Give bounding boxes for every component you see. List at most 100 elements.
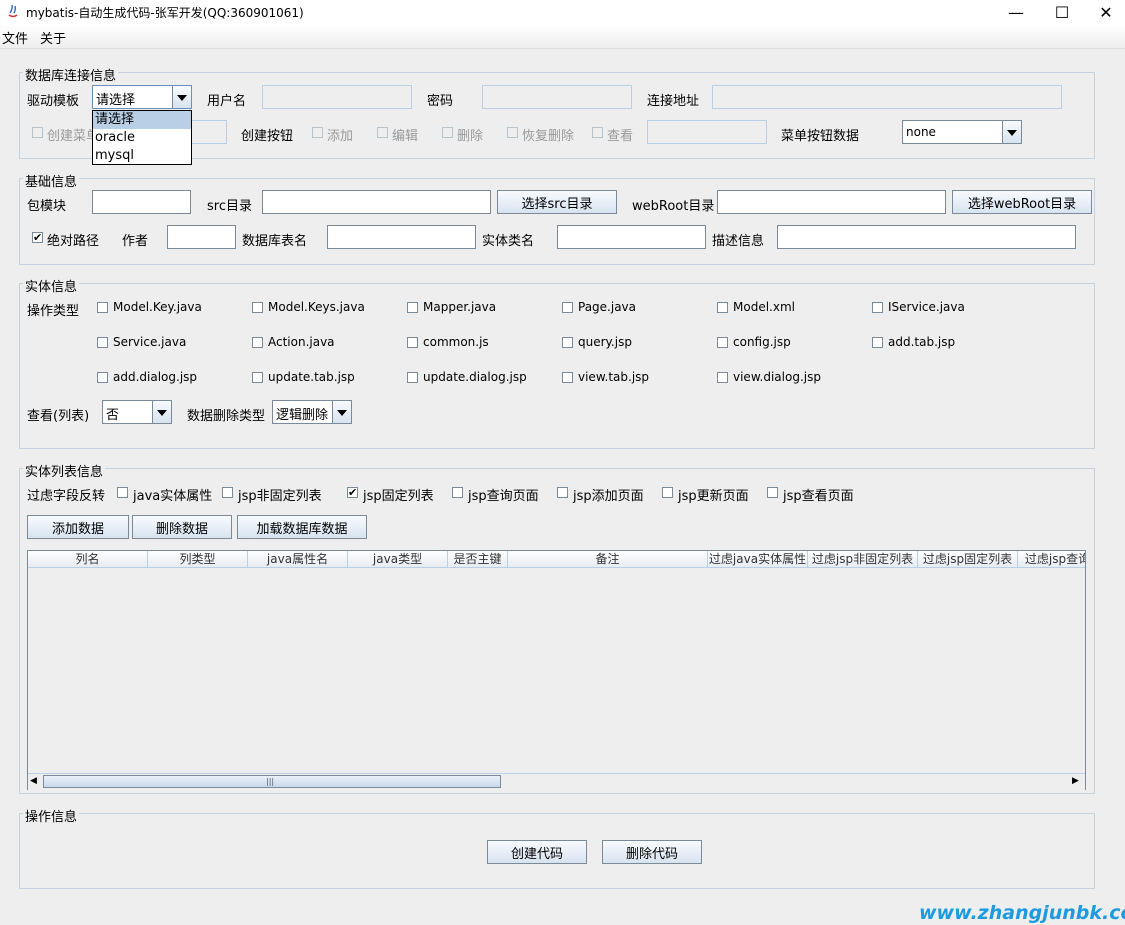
driver-combo[interactable]: 请选择 bbox=[92, 85, 192, 109]
table-column-header[interactable]: 列名 bbox=[28, 551, 148, 567]
file-checkbox[interactable] bbox=[252, 337, 263, 348]
java-app-icon bbox=[6, 4, 20, 19]
filter-checkbox[interactable] bbox=[767, 487, 778, 498]
load-db-data-button[interactable]: 加载数据库数据 bbox=[237, 515, 367, 539]
url-field[interactable] bbox=[712, 85, 1062, 109]
file-checkbox[interactable] bbox=[252, 372, 263, 383]
scrollbar-thumb[interactable]: ||| bbox=[43, 775, 501, 788]
table-column-header[interactable]: 列类型 bbox=[148, 551, 248, 567]
choose-src-button[interactable]: 选择src目录 bbox=[497, 190, 617, 214]
horizontal-scrollbar[interactable]: ◀ ||| ▶ bbox=[28, 773, 1085, 790]
basic-info-title: 基础信息 bbox=[23, 171, 80, 190]
file-checkbox[interactable] bbox=[407, 372, 418, 383]
title-bar: mybatis-自动生成代码-张军开发(QQ:360901061) — ☐ ✕ bbox=[0, 0, 1125, 24]
table-column-header[interactable]: 过虑jsp非固定列表 bbox=[808, 551, 918, 567]
delete-code-button[interactable]: 删除代码 bbox=[602, 840, 702, 864]
window-title: mybatis-自动生成代码-张军开发(QQ:360901061) bbox=[26, 6, 304, 20]
create-menu-checkbox[interactable] bbox=[32, 127, 43, 138]
entity-list-title: 实体列表信息 bbox=[23, 461, 106, 480]
table-column-header[interactable]: 备注 bbox=[508, 551, 708, 567]
scroll-right-icon[interactable]: ▶ bbox=[1072, 776, 1079, 786]
add-checkbox[interactable] bbox=[312, 127, 323, 138]
file-checkbox[interactable] bbox=[97, 372, 108, 383]
src-field[interactable] bbox=[262, 190, 491, 214]
table-column-header[interactable]: 是否主键 bbox=[448, 551, 508, 567]
maximize-button[interactable]: ☐ bbox=[1039, 0, 1085, 24]
file-checkbox[interactable] bbox=[562, 372, 573, 383]
webroot-field[interactable] bbox=[717, 190, 946, 214]
menu-button-data-combo[interactable]: none bbox=[902, 120, 1022, 144]
driver-option[interactable]: mysql bbox=[93, 147, 191, 165]
minimize-button[interactable]: — bbox=[993, 0, 1039, 24]
file-checkbox[interactable] bbox=[97, 337, 108, 348]
file-checkbox[interactable] bbox=[562, 302, 573, 313]
absolute-path-checkbox[interactable]: ✔ bbox=[32, 232, 43, 243]
chevron-down-icon bbox=[332, 401, 351, 423]
create-code-button[interactable]: 创建代码 bbox=[487, 840, 587, 864]
username-label: 用户名 bbox=[207, 94, 247, 109]
table-column-header[interactable]: 过虑jsp固定列表 bbox=[918, 551, 1018, 567]
filter-checkbox[interactable] bbox=[662, 487, 673, 498]
file-checkbox-label: add.dialog.jsp bbox=[113, 370, 198, 384]
delete-data-button[interactable]: 删除数据 bbox=[132, 515, 232, 539]
file-checkbox-label: view.tab.jsp bbox=[578, 370, 650, 384]
view-list-combo[interactable]: 否 bbox=[102, 400, 172, 424]
create-button-label: 创建按钮 bbox=[241, 129, 294, 144]
entity-class-field[interactable] bbox=[557, 225, 706, 249]
table-name-field[interactable] bbox=[327, 225, 476, 249]
grip-icon: ||| bbox=[266, 777, 275, 786]
restore-checkbox[interactable] bbox=[507, 127, 518, 138]
create-menu-field[interactable] bbox=[188, 120, 227, 144]
file-checkbox-label: query.jsp bbox=[578, 335, 632, 349]
file-checkbox[interactable] bbox=[872, 302, 883, 313]
view-checkbox[interactable] bbox=[592, 127, 603, 138]
chevron-down-icon bbox=[172, 86, 191, 108]
file-checkbox[interactable] bbox=[407, 302, 418, 313]
file-checkbox[interactable] bbox=[562, 337, 573, 348]
menu-about[interactable]: 关于 bbox=[40, 28, 66, 47]
author-field[interactable] bbox=[167, 225, 236, 249]
filter-checkbox-label: jsp查询页面 bbox=[468, 489, 539, 504]
chevron-down-icon bbox=[152, 401, 171, 423]
file-checkbox[interactable] bbox=[252, 302, 263, 313]
file-checkbox[interactable] bbox=[717, 372, 728, 383]
data-table[interactable]: 列名 列类型 java属性名 java类型 是否主键 备注 过虑java实体属性 过虑jsp非… bbox=[27, 550, 1086, 790]
username-field[interactable] bbox=[262, 85, 412, 109]
package-field[interactable] bbox=[92, 190, 191, 214]
filter-checkbox[interactable] bbox=[452, 487, 463, 498]
edit-checkbox[interactable] bbox=[377, 127, 388, 138]
menu-file[interactable]: 文件 bbox=[2, 28, 28, 47]
file-checkbox[interactable] bbox=[97, 302, 108, 313]
driver-option[interactable]: 请选择 bbox=[93, 111, 191, 129]
file-checkbox[interactable] bbox=[717, 302, 728, 313]
file-checkbox-label: config.jsp bbox=[733, 335, 791, 349]
delete-checkbox[interactable] bbox=[442, 127, 453, 138]
filter-checkbox[interactable] bbox=[557, 487, 568, 498]
edit-label: 编辑 bbox=[392, 129, 419, 144]
filter-checkbox[interactable]: ✔ bbox=[347, 487, 358, 498]
delete-type-value: 逻辑删除 bbox=[276, 408, 329, 423]
password-field[interactable] bbox=[482, 85, 632, 109]
table-header: 列名 列类型 java属性名 java类型 是否主键 备注 过虑java实体属性 过虑jsp非… bbox=[28, 551, 1085, 568]
filter-checkbox[interactable] bbox=[222, 487, 233, 498]
add-data-button[interactable]: 添加数据 bbox=[27, 515, 129, 539]
close-button[interactable]: ✕ bbox=[1083, 0, 1125, 24]
file-checkbox[interactable] bbox=[717, 337, 728, 348]
view-field[interactable] bbox=[647, 120, 767, 144]
description-field[interactable] bbox=[777, 225, 1076, 249]
filter-checkbox[interactable] bbox=[117, 487, 128, 498]
table-column-header[interactable]: java类型 bbox=[348, 551, 448, 567]
table-column-header[interactable]: 过虑jsp查询 bbox=[1018, 551, 1085, 567]
driver-option[interactable]: oracle bbox=[93, 129, 191, 147]
table-column-header[interactable]: java属性名 bbox=[248, 551, 348, 567]
delete-type-combo[interactable]: 逻辑删除 bbox=[272, 400, 352, 424]
choose-webroot-button[interactable]: 选择webRoot目录 bbox=[952, 190, 1092, 214]
filter-label: 过虑字段反转 bbox=[27, 489, 106, 504]
view-list-label: 查看(列表) bbox=[27, 409, 90, 424]
scroll-left-icon[interactable]: ◀ bbox=[30, 776, 37, 786]
filter-checkbox-label: java实体属性 bbox=[133, 489, 213, 504]
file-checkbox[interactable] bbox=[407, 337, 418, 348]
table-column-header[interactable]: 过虑java实体属性 bbox=[708, 551, 808, 567]
file-checkbox[interactable] bbox=[872, 337, 883, 348]
table-name-label: 数据库表名 bbox=[242, 234, 308, 249]
